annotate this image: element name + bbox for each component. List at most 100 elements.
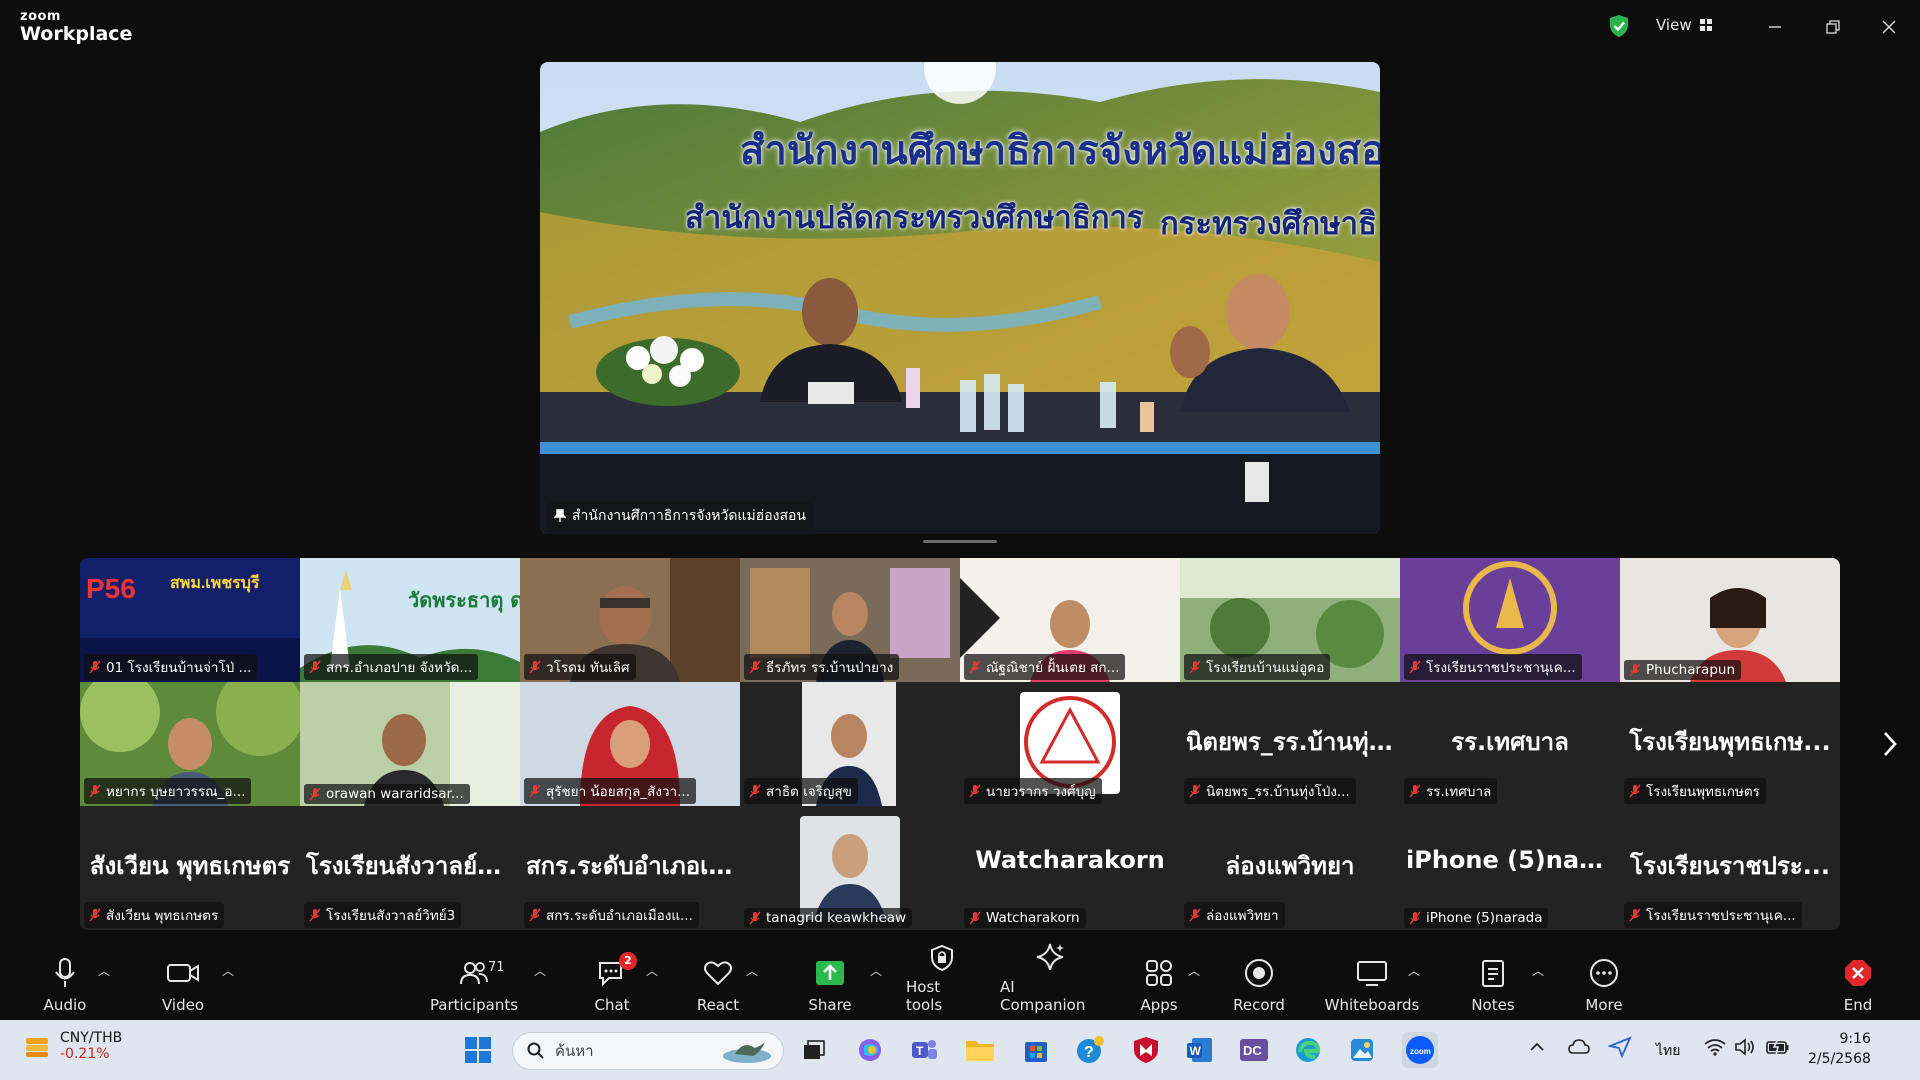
close-window-button[interactable] bbox=[1874, 12, 1904, 42]
language-indicator[interactable]: ไทย bbox=[1656, 1040, 1680, 1062]
participant-tile[interactable]: สกร.ระดับอำเภอเ... สกร.ระดับอำเภอเมืองแ.… bbox=[520, 806, 740, 930]
participant-tile[interactable]: สุรัชยา น้อยสกุล_สังวา... bbox=[520, 682, 740, 806]
wifi-button[interactable] bbox=[1704, 1038, 1726, 1060]
tips-app[interactable]: ? bbox=[1072, 1032, 1108, 1068]
apps-options-caret[interactable]: ︿ bbox=[1188, 962, 1200, 979]
participant-display-name: รร.เทศบาล bbox=[1451, 728, 1569, 756]
pin-icon bbox=[554, 509, 566, 522]
chat-button[interactable]: 2 Chat bbox=[588, 952, 637, 1014]
active-speaker-video[interactable]: สำนักงานศึกษาธิการจังหวัดแม่ฮ่องสอน สำนั… bbox=[540, 62, 1380, 534]
resize-handle[interactable] bbox=[923, 540, 997, 543]
react-options-caret[interactable]: ︿ bbox=[746, 962, 758, 979]
participants-button[interactable]: 71 Participants bbox=[430, 952, 518, 1014]
battery-button[interactable] bbox=[1766, 1038, 1790, 1060]
participant-display-name: Watcharakorn bbox=[975, 846, 1165, 874]
minimize-button[interactable] bbox=[1760, 12, 1790, 42]
host-tools-button[interactable]: Host tools bbox=[906, 944, 978, 1014]
taskbar-clock[interactable]: 9:16 2/5/2568 bbox=[1808, 1029, 1871, 1069]
share-options-caret[interactable]: ︿ bbox=[870, 962, 882, 979]
participant-name-tag: orawan wararidsar... bbox=[304, 784, 470, 804]
end-meeting-button[interactable]: End bbox=[1838, 952, 1878, 1014]
app-tray-icon[interactable] bbox=[1606, 1036, 1632, 1062]
participant-tile[interactable]: สังเวียน พุทธเกษตร สังเวียน พุทธเกษตร bbox=[80, 806, 300, 930]
shield-icon bbox=[930, 944, 954, 972]
volume-button[interactable] bbox=[1734, 1038, 1756, 1060]
stock-widget[interactable]: CNY/THB -0.21% bbox=[24, 1030, 122, 1062]
next-page-button[interactable] bbox=[1882, 730, 1898, 766]
edge-app[interactable] bbox=[1290, 1032, 1326, 1068]
participant-tile[interactable]: หยากร บุษยาวรรณ_อ... bbox=[80, 682, 300, 806]
more-button[interactable]: More bbox=[1582, 952, 1626, 1014]
whiteboards-options-caret[interactable]: ︿ bbox=[1408, 962, 1420, 979]
cloud-sync-button[interactable] bbox=[1568, 1038, 1590, 1060]
meeting-toolbar: Audio ︿ Video ︿ 71 Participants ︿ 2 Chat… bbox=[0, 943, 1920, 1020]
encryption-shield-icon[interactable] bbox=[1608, 14, 1630, 38]
participant-tile[interactable]: โรงเรียนราชประชานุเค... bbox=[1400, 558, 1620, 682]
apps-button[interactable]: Apps bbox=[1136, 952, 1182, 1014]
share-button[interactable]: Share bbox=[806, 952, 854, 1014]
mcafee-shield-icon bbox=[1134, 1037, 1158, 1063]
notes-icon bbox=[1480, 956, 1506, 990]
participant-tile[interactable]: P56 สพม.เพชรบุรี 01 โรงเรียนบ้านจ่าโป่ .… bbox=[80, 558, 300, 682]
participant-tile[interactable]: โรงเรียนบ้านแม่อูคอ bbox=[1180, 558, 1400, 682]
audio-button[interactable]: Audio bbox=[40, 952, 90, 1014]
word-app[interactable]: W bbox=[1182, 1032, 1218, 1068]
file-explorer-app[interactable] bbox=[962, 1032, 998, 1068]
ticker-pair: CNY/THB bbox=[60, 1030, 123, 1046]
record-button[interactable]: Record bbox=[1233, 952, 1285, 1014]
start-button[interactable] bbox=[460, 1032, 496, 1068]
participants-options-caret[interactable]: ︿ bbox=[534, 962, 546, 979]
participant-tile[interactable]: โรงเรียนพุทธเกษ... โรงเรียนพุทธเกษตร bbox=[1620, 682, 1840, 806]
react-button[interactable]: React bbox=[694, 952, 742, 1014]
microsoft-store-app[interactable] bbox=[1018, 1032, 1054, 1068]
mic-muted-icon bbox=[1629, 908, 1641, 922]
whiteboards-button[interactable]: Whiteboards bbox=[1325, 952, 1419, 1014]
participant-tile[interactable]: tanagrid keawkheaw bbox=[740, 806, 960, 930]
audio-label: Audio bbox=[43, 996, 87, 1014]
zoom-app[interactable]: zoom bbox=[1402, 1032, 1438, 1068]
photos-app[interactable] bbox=[1344, 1032, 1380, 1068]
participants-icon: 71 bbox=[459, 956, 505, 990]
participant-tile[interactable]: ณัฐณิชาย์ ฝั้นเตย สก... bbox=[960, 558, 1180, 682]
participant-name-tag: สกร.อำเภอปาย จังหวัด... bbox=[304, 654, 479, 680]
video-camera-icon bbox=[166, 956, 200, 990]
store-icon bbox=[1025, 1042, 1047, 1062]
participant-tile[interactable]: สาธิต เจริญสุข bbox=[740, 682, 960, 806]
whiteboard-icon bbox=[1356, 956, 1388, 990]
participant-tile[interactable]: โรงเรียนสังวาลย์วิ... โรงเรียนสังวาลย์วิ… bbox=[300, 806, 520, 930]
notes-button[interactable]: Notes bbox=[1468, 952, 1518, 1014]
dc-app-icon: DC bbox=[1240, 1039, 1268, 1061]
notes-options-caret[interactable]: ︿ bbox=[1532, 962, 1544, 979]
participant-tile[interactable]: Phucharapun bbox=[1620, 558, 1840, 682]
taskbar-search[interactable]: ค้นหา bbox=[512, 1032, 784, 1070]
participant-tile[interactable]: นิตยพร_รร.บ้านทุ่... นิตยพร_รร.บ้านทุ่งโ… bbox=[1180, 682, 1400, 806]
participant-tile[interactable]: orawan wararidsar... bbox=[300, 682, 520, 806]
participant-tile[interactable]: โรงเรียนราชประ... โรงเรียนราชประชานุเค..… bbox=[1620, 806, 1840, 930]
mic-muted-icon bbox=[89, 660, 101, 674]
chat-options-caret[interactable]: ︿ bbox=[646, 962, 658, 979]
teams-app[interactable]: T bbox=[906, 1032, 942, 1068]
participant-tile[interactable]: iPhone (5)narada iPhone (5)narada bbox=[1400, 806, 1620, 930]
restore-button[interactable] bbox=[1818, 12, 1848, 42]
tray-overflow-button[interactable] bbox=[1530, 1040, 1544, 1056]
task-view-button[interactable] bbox=[796, 1032, 832, 1068]
view-button[interactable]: View bbox=[1656, 16, 1712, 34]
video-button[interactable]: Video bbox=[158, 952, 208, 1014]
participant-display-name: นิตยพร_รร.บ้านทุ่... bbox=[1186, 728, 1396, 756]
participant-tile[interactable]: รร.เทศบาล รร.เทศบาล bbox=[1400, 682, 1620, 806]
mcafee-app[interactable] bbox=[1128, 1032, 1164, 1068]
participant-tile[interactable]: ล่องแพวิทยา ล่องแพวิทยา bbox=[1180, 806, 1400, 930]
mic-muted-icon bbox=[309, 908, 321, 922]
audio-options-caret[interactable]: ︿ bbox=[98, 962, 110, 979]
participant-tile[interactable]: Watcharakorn Watcharakorn bbox=[960, 806, 1180, 930]
app-launcher[interactable]: DC bbox=[1236, 1032, 1272, 1068]
participant-tile[interactable]: นายวรากร วงศ์บุญ bbox=[960, 682, 1180, 806]
ai-companion-button[interactable]: AI Companion bbox=[1000, 943, 1100, 1014]
restore-icon bbox=[1826, 20, 1840, 34]
participant-tile[interactable]: วโรดม ทันเลิศ bbox=[520, 558, 740, 682]
participant-tile[interactable]: ธีรภัทร รร.บ้านป่ายาง bbox=[740, 558, 960, 682]
participant-tile[interactable]: วัดพระธาตุ ดอยกองมู สกร.อำเภอปาย จังหวัด… bbox=[300, 558, 520, 682]
copilot-app[interactable] bbox=[852, 1032, 888, 1068]
video-options-caret[interactable]: ︿ bbox=[222, 962, 234, 979]
participants-count: 71 bbox=[488, 960, 505, 975]
